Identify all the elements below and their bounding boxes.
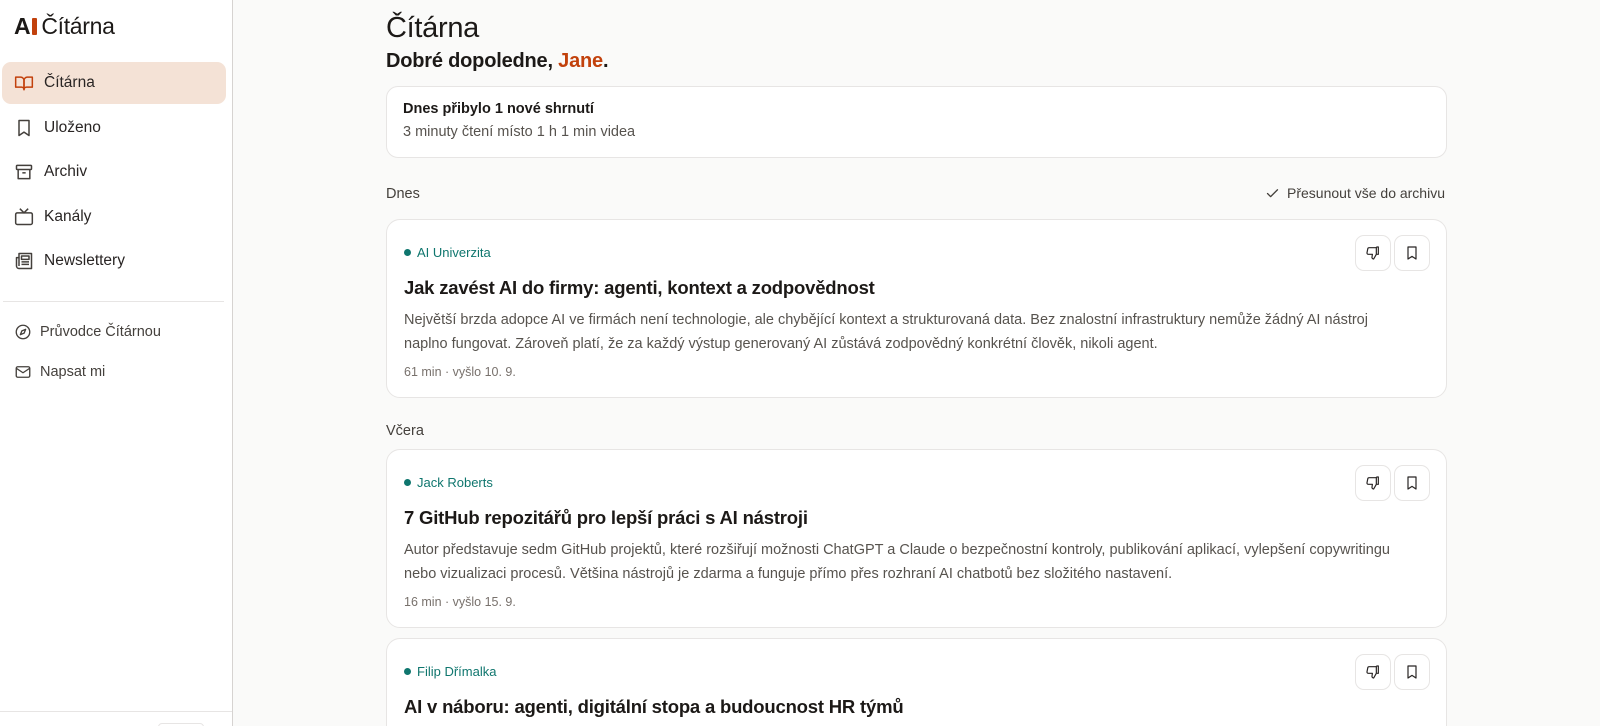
card-source[interactable]: AI Univerzita <box>404 245 491 260</box>
sidebar-divider <box>3 301 224 302</box>
summary-headline: Dnes přibylo 1 nové shrnutí <box>403 101 594 117</box>
card-source[interactable]: Filip Dřímalka <box>404 664 496 679</box>
source-dot <box>404 668 411 675</box>
main-nav: Čítárna Uloženo Archiv Kanály Newsletter… <box>2 62 226 285</box>
secondary-nav: Průvodce Čítárnou Napsat mi <box>2 312 226 392</box>
sidebar-item-label: Průvodce Čítárnou <box>40 324 161 340</box>
card-description: Největší brzda adopce AI ve firmách není… <box>404 312 1368 352</box>
tv-icon <box>14 207 34 227</box>
dislike-button[interactable] <box>1355 235 1391 271</box>
summary-card[interactable]: Jack Roberts 7 GitHub repozitářů pro lep… <box>386 449 1447 628</box>
sidebar-item-archiv[interactable]: Archiv <box>2 151 226 193</box>
bookmark-icon <box>1407 476 1417 490</box>
thumbs-down-icon <box>1366 246 1379 260</box>
logo-bar <box>32 17 38 35</box>
greeting-name: Jane <box>558 50 603 72</box>
sidebar-item-pruvodce[interactable]: Průvodce Čítárnou <box>2 312 226 352</box>
open-book-icon <box>14 73 34 93</box>
source-dot <box>404 249 411 256</box>
bookmark-button[interactable] <box>1394 235 1430 271</box>
bookmark-icon <box>1407 665 1417 679</box>
section-label-yesterday: Včera <box>386 423 424 439</box>
card-actions <box>1355 654 1430 690</box>
check-icon <box>1266 188 1279 197</box>
summary-card[interactable]: Filip Dřímalka AI v náboru: agenti, digi… <box>386 638 1447 726</box>
sidebar-item-label: Uloženo <box>44 118 101 136</box>
sidebar-item-label: Kanály <box>44 207 92 225</box>
bookmark-icon <box>1407 246 1417 260</box>
greeting-suffix: . <box>602 50 609 72</box>
sidebar-item-label: Napsat mi <box>40 364 106 380</box>
card-title[interactable]: 7 GitHub repozitářů pro lepší práci s AI… <box>404 507 808 529</box>
sidebar-footer-divider <box>0 711 232 712</box>
newspaper-icon <box>14 251 34 271</box>
sidebar-item-napsat-mi[interactable]: Napsat mi <box>2 352 226 392</box>
sidebar-item-kanaly[interactable]: Kanály <box>2 196 226 238</box>
logo-mark: A <box>14 12 31 39</box>
bookmark-button[interactable] <box>1394 465 1430 501</box>
archive-box-icon <box>14 162 34 182</box>
summary-detail: 3 minuty čtení místo 1 h 1 min videa <box>403 124 636 140</box>
page-title: Čítárna <box>386 12 479 44</box>
greeting: Dobré dopoledne, Jane. <box>386 50 609 73</box>
logo-text: Čítárna <box>41 12 115 39</box>
thumbs-down-icon <box>1366 476 1379 490</box>
dislike-button[interactable] <box>1355 654 1391 690</box>
summary-card[interactable]: AI Univerzita Jak zavést AI do firmy: ag… <box>386 219 1447 398</box>
source-name: AI Univerzita <box>417 245 491 260</box>
source-name: Jack Roberts <box>417 475 493 490</box>
bookmark-icon <box>14 118 34 138</box>
sidebar-item-label: Čítárna <box>44 74 95 91</box>
card-title[interactable]: Jak zavést AI do firmy: agenti, kontext … <box>404 277 875 299</box>
card-meta: 16 min · vyšlo 15. 9. <box>404 595 516 609</box>
thumbs-down-icon <box>1366 665 1379 679</box>
mail-icon <box>14 363 32 381</box>
sidebar: A Čítárna Čítárna Uloženo Archiv Kanály … <box>0 0 233 726</box>
bookmark-button[interactable] <box>1394 654 1430 690</box>
source-dot <box>404 479 411 486</box>
compass-icon <box>14 323 32 341</box>
card-actions <box>1355 235 1430 271</box>
sidebar-item-label: Newslettery <box>44 252 125 269</box>
dislike-button[interactable] <box>1355 465 1391 501</box>
app-logo[interactable]: A Čítárna <box>14 12 115 40</box>
card-actions <box>1355 465 1430 501</box>
card-description: Autor představuje sedm GitHub projektů, … <box>404 542 1390 582</box>
daily-summary-card: Dnes přibylo 1 nové shrnutí 3 minuty čte… <box>386 86 1447 158</box>
sidebar-item-newslettery[interactable]: Newslettery <box>2 240 226 282</box>
card-meta: 61 min · vyšlo 10. 9. <box>404 365 516 379</box>
greeting-prefix: Dobré dopoledne, <box>386 50 559 72</box>
sidebar-item-label: Archiv <box>44 163 88 180</box>
card-source[interactable]: Jack Roberts <box>404 475 493 490</box>
archive-all-label: Přesunout vše do archivu <box>1287 185 1445 201</box>
card-title[interactable]: AI v náboru: agenti, digitální stopa a b… <box>404 696 904 718</box>
section-label-today: Dnes <box>386 186 420 202</box>
source-name: Filip Dřímalka <box>417 664 497 679</box>
sidebar-item-citarna[interactable]: Čítárna <box>2 62 226 104</box>
archive-all-button[interactable]: Přesunout vše do archivu <box>1265 185 1445 201</box>
sidebar-item-ulozeno[interactable]: Uloženo <box>2 107 226 149</box>
